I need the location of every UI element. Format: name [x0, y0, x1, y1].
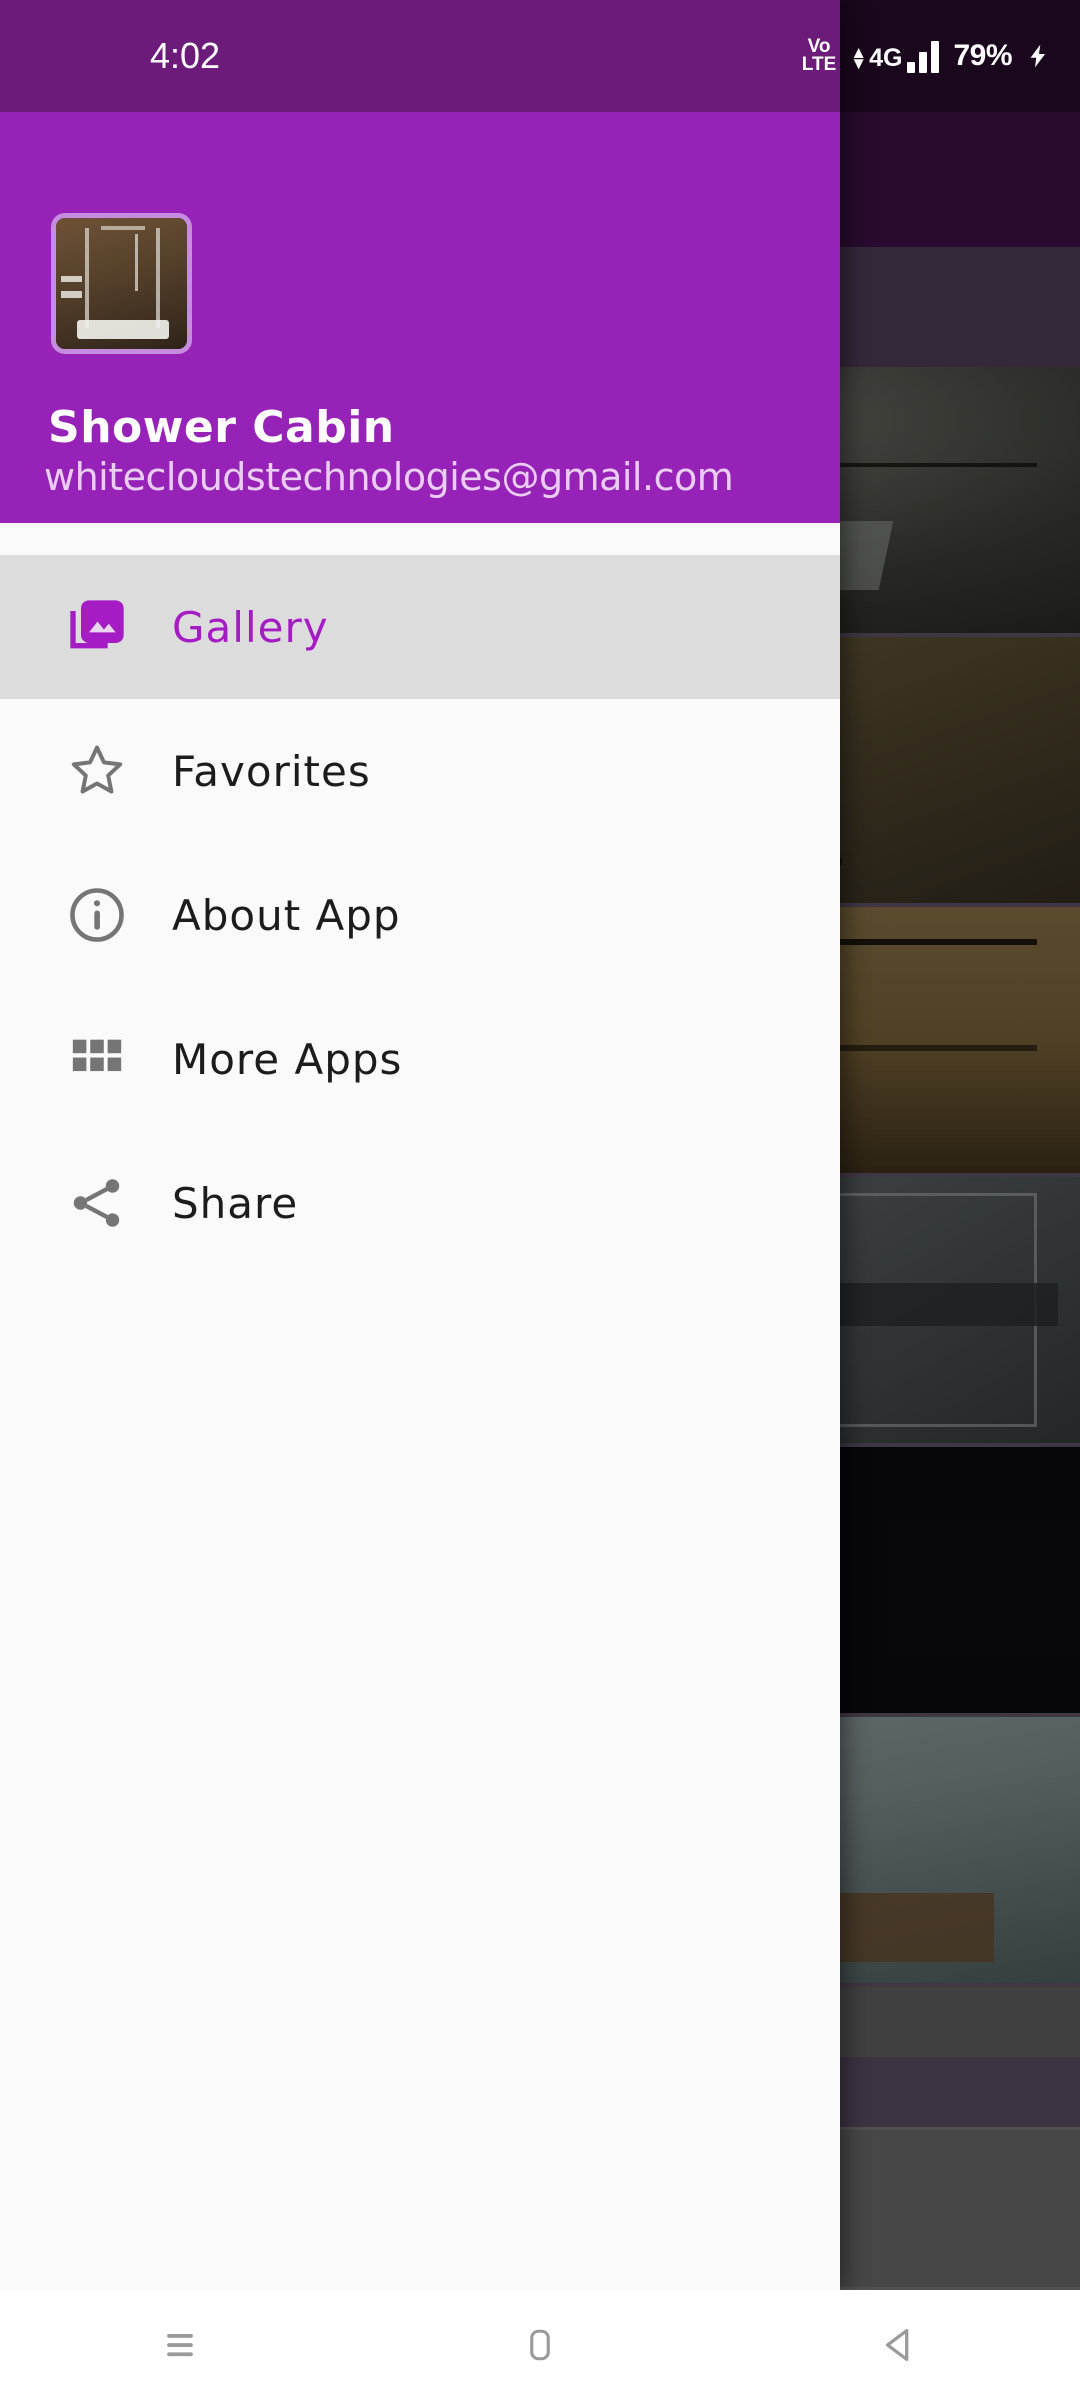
app-email: whitecloudstechnologies@gmail.com: [44, 455, 734, 499]
volte-bottom-text: LTE: [801, 54, 837, 75]
app-icon-shower-cabin: [51, 213, 192, 354]
home-icon[interactable]: [360, 2290, 720, 2400]
drawer-item-favorites[interactable]: Favorites: [0, 699, 840, 843]
app-name: Shower Cabin: [48, 402, 395, 453]
drawer-item-label: About App: [172, 890, 401, 940]
back-icon[interactable]: [720, 2290, 1080, 2400]
volte-icon: Vo LTE: [801, 37, 837, 75]
grid-apps-icon: [50, 1030, 144, 1088]
status-bar-icons: Vo LTE ▲ ▼ 4G 79%: [802, 0, 1052, 112]
network-type-label: 4G: [869, 44, 903, 72]
navigation-drawer: 4:02 Shower Cabin whitecloudstechnologie…: [0, 0, 840, 2290]
drawer-item-more-apps[interactable]: More Apps: [0, 987, 840, 1131]
star-outline-icon: [50, 739, 144, 803]
drawer-status-bar: 4:02: [0, 0, 840, 112]
lightning-bolt-icon: [1030, 44, 1046, 68]
drawer-item-share[interactable]: Share: [0, 1131, 840, 1275]
signal-bars-icon: [907, 39, 940, 73]
info-circle-icon: [50, 883, 144, 947]
drawer-item-gallery[interactable]: Gallery: [0, 555, 840, 699]
drawer-item-label: Share: [172, 1178, 299, 1228]
drawer-item-about-app[interactable]: About App: [0, 843, 840, 987]
drawer-item-label: More Apps: [172, 1034, 403, 1084]
status-bar-clock: 4:02: [150, 35, 221, 76]
signal-group: ▲ ▼ 4G: [850, 39, 940, 73]
battery-percent: 79%: [953, 39, 1012, 72]
recents-icon[interactable]: [0, 2290, 360, 2400]
drawer-header: Shower Cabin whitecloudstechnologies@gma…: [0, 112, 840, 523]
drawer-menu: Gallery Favorites About App More Apps Sh…: [0, 523, 840, 1275]
data-arrows-icon: ▲ ▼: [850, 43, 868, 73]
android-nav-bar: [0, 2290, 1080, 2400]
drawer-item-label: Gallery: [172, 602, 329, 652]
drawer-item-label: Favorites: [172, 746, 371, 796]
photo-library-icon: [50, 595, 144, 659]
share-nodes-icon: [50, 1172, 144, 1234]
network-type-icon: ▲ ▼ 4G: [850, 44, 902, 73]
